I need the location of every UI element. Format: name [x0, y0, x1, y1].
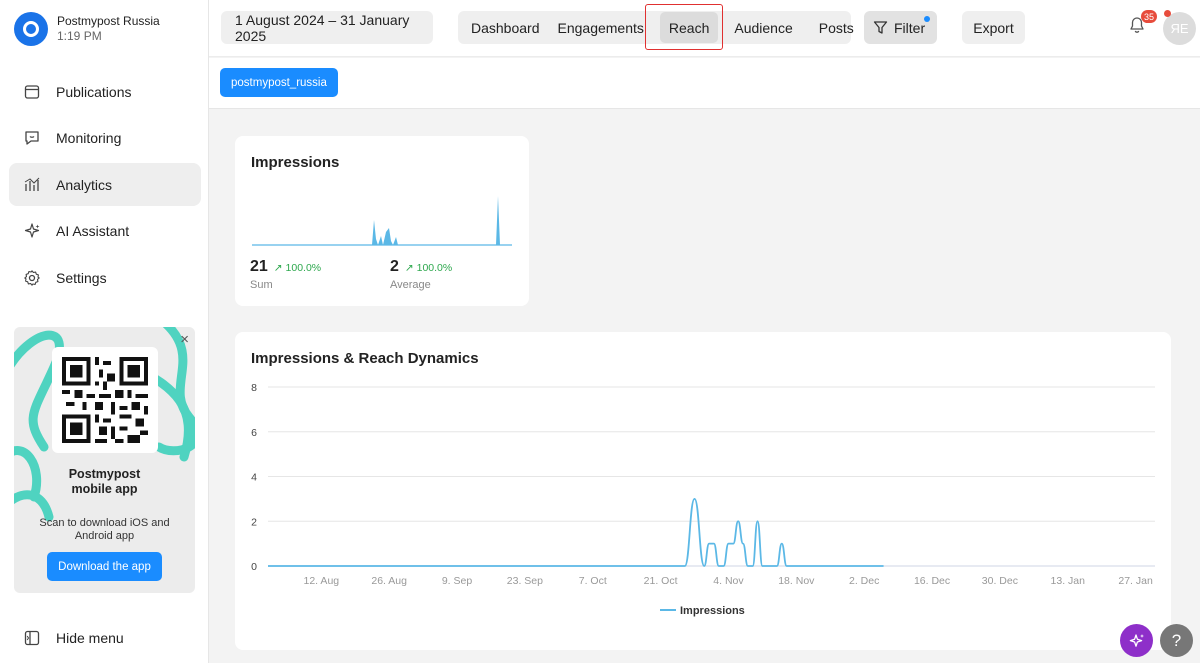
x-tick-label: 26. Aug	[371, 575, 407, 587]
series-line-impressions	[268, 497, 884, 567]
brand[interactable]: Postmypost Russia 1:19 PM	[14, 12, 160, 46]
gear-icon	[23, 269, 41, 287]
impressions-average-stat: 2 ↗ 100.0% Average	[390, 258, 452, 291]
sidebar-item-label: Monitoring	[56, 130, 122, 146]
x-tick-label: 30. Dec	[982, 575, 1018, 587]
promo-subtitle: Scan to download iOS and Android app	[39, 517, 170, 542]
sidebar: Postmypost Russia 1:19 PM Publications M…	[0, 0, 209, 663]
sum-delta: ↗ 100.0%	[273, 262, 322, 274]
sparkline-area	[252, 196, 512, 245]
sidebar-item-label: Settings	[56, 269, 107, 286]
x-tick-label: 13. Jan	[1051, 575, 1086, 587]
hide-menu-label: Hide menu	[56, 630, 124, 646]
account-chip[interactable]: postmypost_russia	[220, 68, 338, 97]
sidebar-collapse-icon	[23, 629, 41, 647]
analytics-tabs: Dashboard Engagements Reach Audience Pos…	[458, 11, 854, 44]
sidebar-item-label: Publications	[56, 83, 132, 100]
x-tick-label: 18. Nov	[778, 575, 815, 587]
impressions-card: Impressions 21 ↗ 100.0% Sum 2 ↗ 100.0% Ave…	[235, 136, 529, 306]
filter-icon	[873, 20, 888, 35]
qr-code	[52, 347, 158, 453]
download-app-button[interactable]: Download the app	[47, 552, 162, 581]
reach-dynamics-chart: 0 2 4 6 8 12. Aug 26. Aug 9. Sep 23. Sep 7. Oct 21…	[251, 382, 1155, 617]
x-tick-label: 7. Oct	[579, 575, 607, 587]
top-bar: 1 August 2024 – 31 January 2025 Dashboar…	[209, 0, 1200, 57]
tab-reach[interactable]: Reach	[659, 12, 719, 43]
calendar-icon	[23, 83, 41, 101]
x-tick-label: 9. Sep	[442, 575, 473, 587]
average-label: Average	[390, 279, 431, 291]
sum-label: Sum	[250, 279, 273, 291]
impressions-sum-stat: 21 ↗ 100.0% Sum	[250, 258, 321, 291]
reach-dynamics-card: Impressions & Reach Dynamics 0 2 4 6 8 12. Au…	[235, 332, 1171, 650]
date-range-picker[interactable]: 1 August 2024 – 31 January 2025	[221, 11, 433, 44]
tab-dashboard[interactable]: Dashboard	[462, 11, 549, 44]
sidebar-item-publications[interactable]: Publications	[9, 70, 201, 113]
tab-engagements[interactable]: Engagements	[549, 11, 653, 44]
promo-title: Postmypost mobile app	[68, 467, 141, 496]
average-delta: ↗ 100.0%	[404, 262, 453, 274]
sparkle-icon	[23, 222, 41, 240]
chat-icon	[23, 129, 41, 147]
sum-value: 21	[250, 258, 268, 275]
notification-count-badge: 35	[1141, 10, 1158, 23]
sidebar-item-label: Analytics	[56, 176, 113, 193]
tab-posts[interactable]: Posts	[810, 11, 863, 44]
tab-audience[interactable]: Audience	[725, 11, 801, 44]
ai-assistant-button[interactable]	[1120, 624, 1153, 657]
sidebar-item-label: AI Assistant	[56, 223, 130, 239]
x-tick-label: 12. Aug	[304, 575, 340, 587]
filter-label: Filter	[894, 19, 926, 36]
mobile-app-promo: × Postmypost mobile app Scan to download…	[14, 327, 195, 593]
x-tick-label: 21. Oct	[644, 575, 678, 587]
x-tick-label: 16. Dec	[914, 575, 950, 587]
avatar-status-dot	[1164, 10, 1171, 17]
sidebar-item-monitoring[interactable]: Monitoring	[9, 117, 201, 160]
filter-button[interactable]: Filter	[864, 11, 937, 44]
brand-name: Postmypost Russia	[57, 14, 160, 28]
sparkle-icon	[1128, 632, 1146, 650]
y-tick-label: 0	[251, 561, 257, 573]
y-tick-label: 4	[251, 472, 257, 484]
x-tick-label: 4. Nov	[713, 575, 744, 587]
analytics-icon	[23, 176, 41, 194]
y-tick-label: 8	[251, 382, 257, 394]
sidebar-nav: Publications Monitoring Analytics AI Ass…	[9, 70, 201, 303]
account-bar: postmypost_russia	[209, 58, 1200, 109]
brand-time: 1:19 PM	[57, 29, 102, 43]
x-tick-label: 27. Jan	[1118, 575, 1153, 587]
help-button[interactable]: ?	[1160, 624, 1193, 657]
y-tick-label: 6	[251, 427, 257, 439]
average-value: 2	[390, 258, 399, 275]
hide-menu-button[interactable]: Hide menu	[23, 629, 124, 647]
close-icon[interactable]: ×	[180, 331, 189, 348]
sidebar-item-analytics[interactable]: Analytics	[9, 163, 201, 206]
sidebar-item-settings[interactable]: Settings	[9, 256, 201, 299]
x-tick-label: 23. Sep	[507, 575, 543, 587]
y-tick-label: 2	[251, 516, 257, 528]
brand-logo	[14, 12, 48, 46]
export-button[interactable]: Export	[962, 11, 1025, 44]
sidebar-item-ai-assistant[interactable]: AI Assistant	[9, 210, 201, 253]
legend-label: Impressions	[680, 605, 745, 617]
filter-active-dot	[924, 16, 930, 22]
x-tick-label: 2. Dec	[849, 575, 879, 587]
